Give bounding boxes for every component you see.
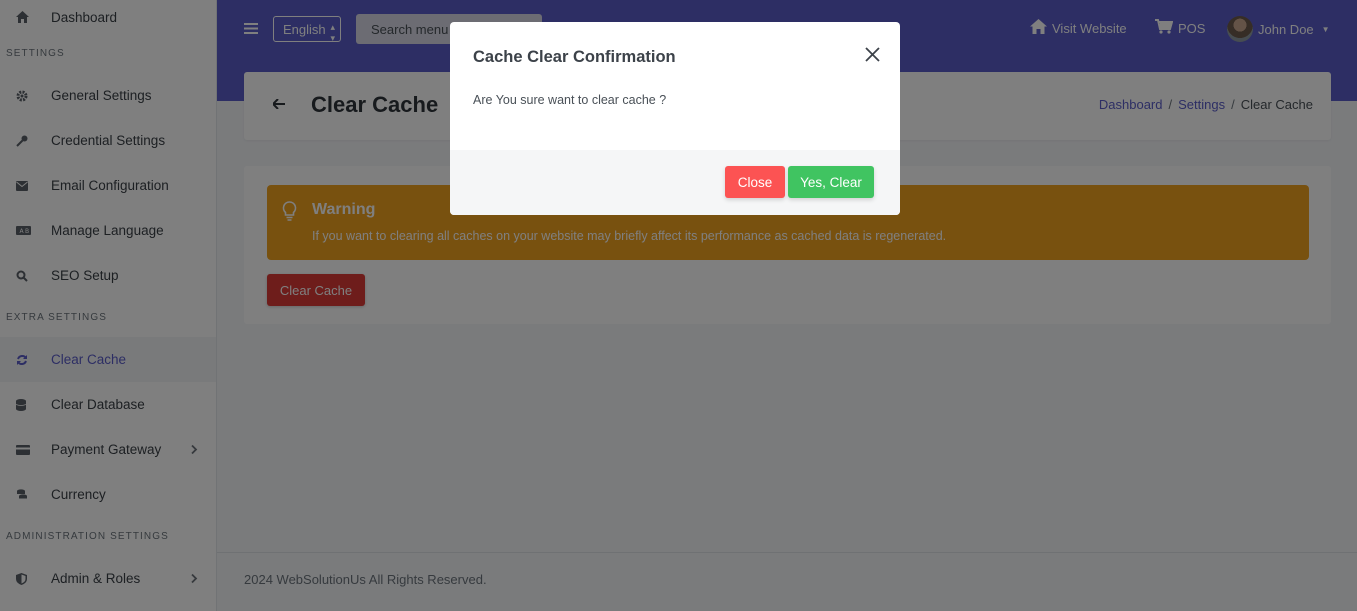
modal-message: Are You sure want to clear cache ? xyxy=(473,93,667,107)
confirm-clear-button[interactable]: Yes, Clear xyxy=(788,166,874,198)
cache-clear-modal: Cache Clear Confirmation Are You sure wa… xyxy=(450,22,900,215)
close-icon[interactable] xyxy=(865,47,880,67)
modal-footer: Close Yes, Clear xyxy=(450,150,900,215)
modal-title: Cache Clear Confirmation xyxy=(473,48,676,66)
close-button[interactable]: Close xyxy=(725,166,785,198)
